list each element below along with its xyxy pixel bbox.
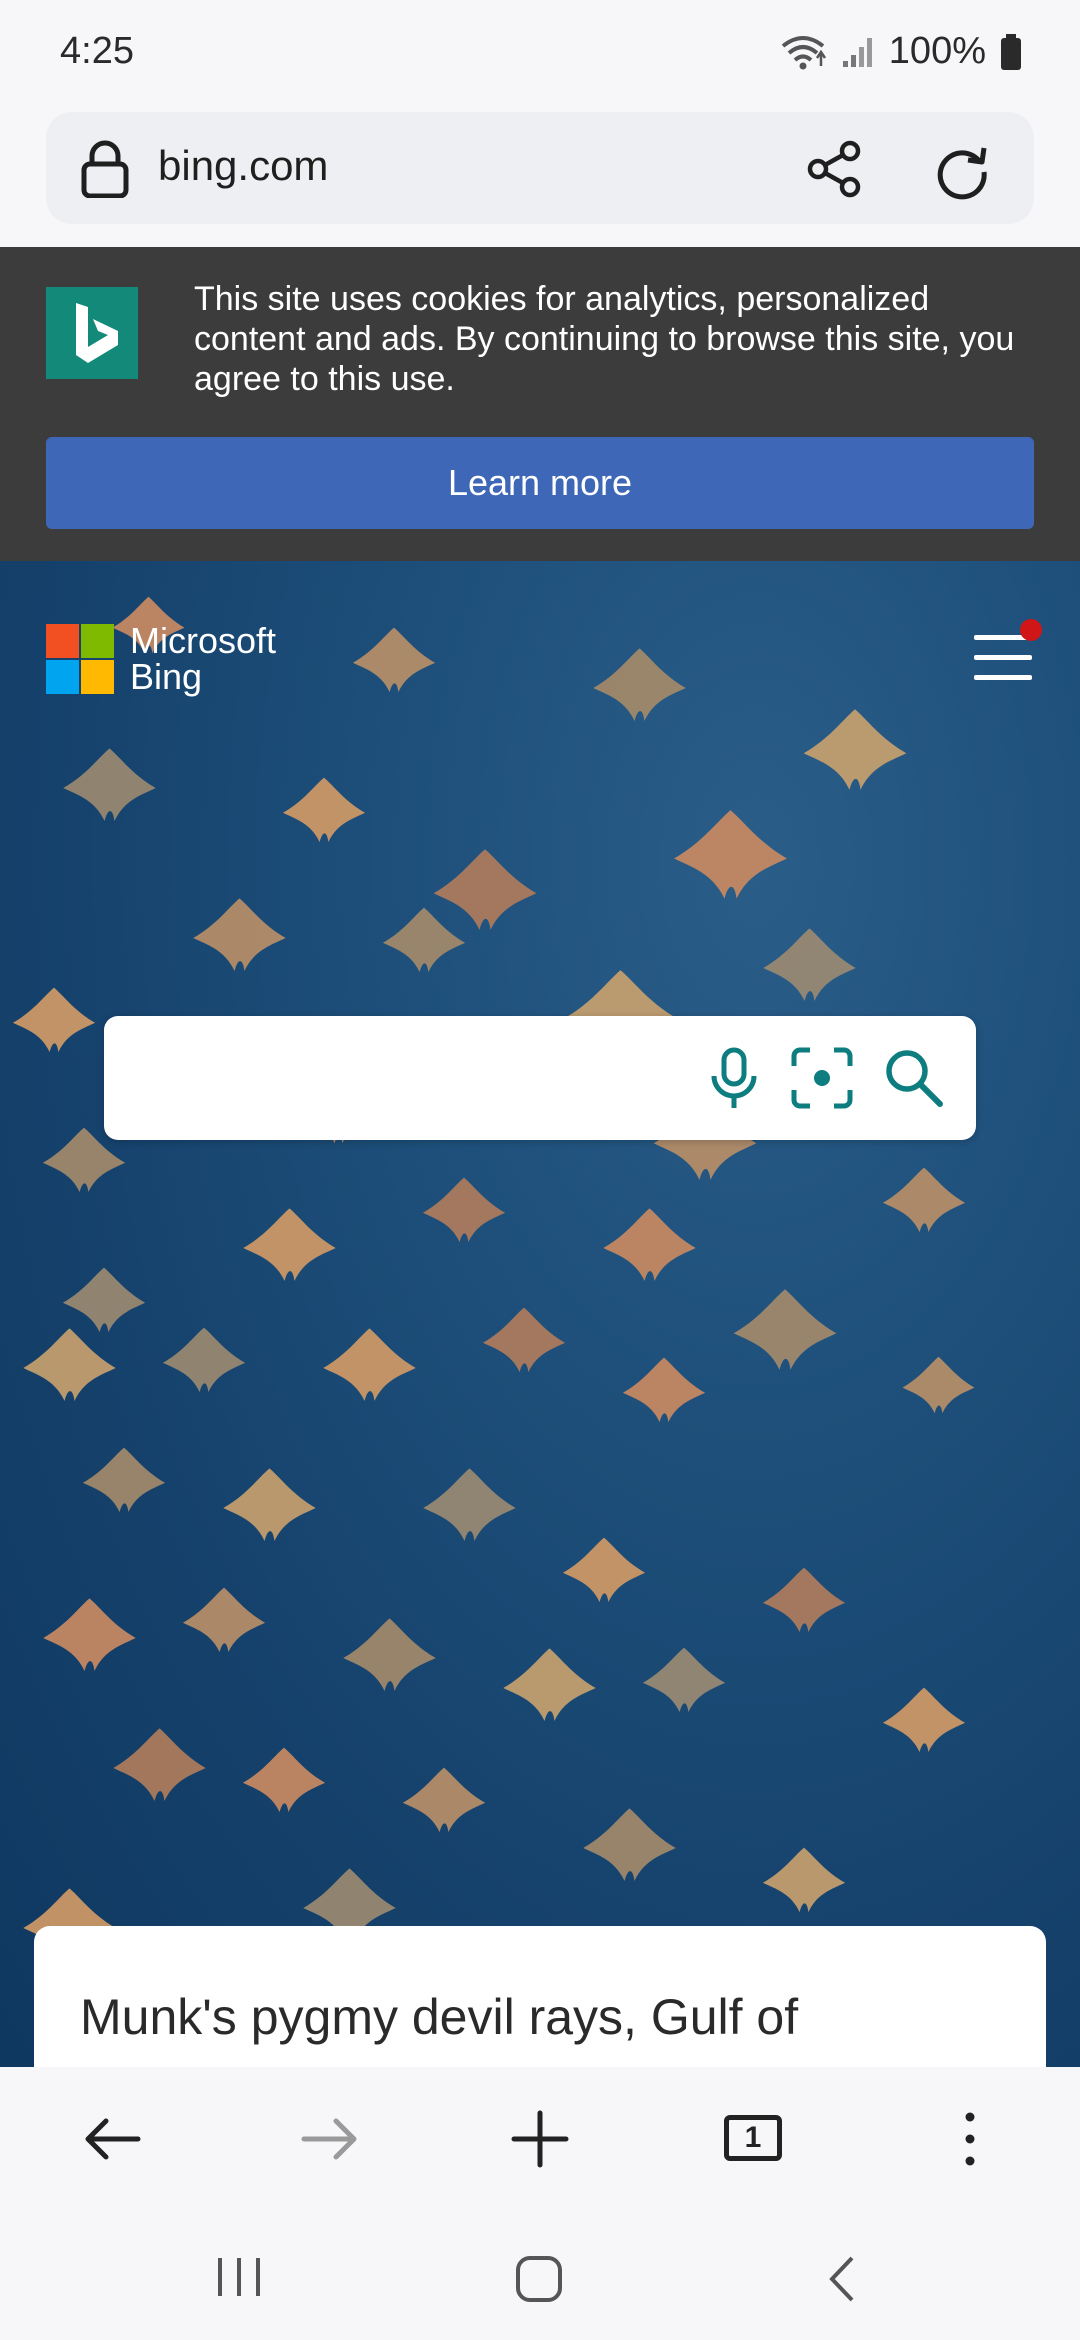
system-navigation-bar (0, 2212, 1080, 2340)
devil-ray-shape (422, 1177, 506, 1243)
search-input[interactable] (134, 1046, 694, 1110)
tabs-button[interactable]: 1 (724, 2107, 788, 2171)
devil-ray-shape (433, 849, 537, 930)
battery-icon (1001, 33, 1021, 70)
devil-ray-shape (223, 1468, 316, 1542)
devil-ray-shape (642, 1647, 726, 1713)
bing-logo-icon (46, 287, 138, 379)
devil-ray-shape (63, 748, 156, 822)
devil-ray-shape (243, 1208, 336, 1282)
image-caption-title[interactable]: Munk's pygmy devil rays, Gulf of (80, 1988, 798, 2046)
tab-count: 1 (724, 2115, 782, 2161)
visual-search-icon[interactable] (790, 1046, 854, 1110)
browser-toolbar: 1 (0, 2067, 1080, 2212)
system-back-icon[interactable] (822, 2254, 862, 2304)
devil-ray-shape (733, 1289, 837, 1370)
brand-bing: Bing (130, 656, 203, 697)
notification-dot (1020, 619, 1042, 641)
devil-ray-shape (12, 987, 96, 1053)
brand-microsoft: Microsoft (130, 620, 277, 661)
hamburger-menu-icon[interactable] (974, 619, 1042, 683)
devil-ray-shape (352, 627, 436, 693)
devil-rays-image (12, 596, 975, 1962)
devil-ray-shape (762, 1847, 846, 1913)
microsoft-bing-logo[interactable]: Microsoft Bing (46, 623, 276, 695)
search-icon[interactable] (882, 1046, 946, 1110)
devil-ray-shape (803, 709, 907, 790)
devil-ray-shape (242, 1747, 326, 1813)
devil-ray-shape (674, 810, 787, 899)
devil-ray-shape (593, 648, 686, 722)
devil-ray-shape (323, 1328, 416, 1402)
devil-ray-shape (583, 1808, 676, 1882)
devil-ray-shape (43, 1598, 136, 1672)
more-options-icon[interactable] (938, 2107, 1002, 2171)
devil-ray-shape (82, 1447, 166, 1513)
devil-ray-shape (193, 898, 286, 972)
lock-icon[interactable] (80, 140, 130, 198)
devil-ray-shape (882, 1167, 966, 1233)
devil-ray-shape (402, 1767, 486, 1833)
microphone-icon[interactable] (704, 1046, 764, 1112)
devil-ray-shape (762, 1567, 846, 1633)
devil-ray-shape (382, 907, 466, 973)
devil-ray-shape (23, 1328, 116, 1402)
search-box[interactable] (104, 1016, 976, 1140)
devil-ray-shape (162, 1327, 246, 1393)
url-text[interactable]: bing.com (158, 142, 328, 190)
devil-ray-shape (503, 1648, 596, 1722)
devil-ray-shape (423, 1468, 516, 1542)
devil-ray-shape (763, 928, 856, 1002)
share-icon[interactable] (806, 140, 864, 198)
recent-apps-icon[interactable] (214, 2254, 264, 2300)
devil-ray-shape (62, 1267, 146, 1333)
devil-ray-shape (562, 1537, 646, 1603)
devil-ray-shape (343, 1618, 436, 1692)
cookie-banner: This site uses cookies for analytics, pe… (0, 247, 1080, 561)
battery-percent: 100% (888, 30, 986, 72)
new-tab-plus-icon[interactable] (508, 2107, 572, 2171)
devil-ray-shape (603, 1208, 696, 1282)
status-bar: 4:25 100% (0, 0, 1080, 112)
image-caption-card[interactable]: Munk's pygmy devil rays, Gulf of (34, 1926, 1046, 2067)
home-icon[interactable] (514, 2254, 564, 2304)
devil-ray-shape (882, 1687, 966, 1753)
devil-ray-shape (902, 1356, 975, 1414)
status-icons: 100% (779, 30, 1022, 73)
devil-ray-shape (182, 1587, 266, 1653)
address-bar[interactable]: bing.com (46, 112, 1034, 224)
devil-ray-shape (282, 777, 366, 843)
cookie-message: This site uses cookies for analytics, pe… (194, 280, 1015, 398)
back-arrow-icon[interactable] (82, 2107, 146, 2171)
reload-icon[interactable] (932, 140, 992, 200)
forward-arrow-icon[interactable] (296, 2107, 360, 2171)
devil-ray-shape (113, 1728, 206, 1802)
status-time: 4:25 (60, 30, 134, 72)
hero-background: Microsoft Bing Munk's pygmy devil rays, … (0, 561, 1080, 2067)
signal-icon (842, 37, 872, 67)
learn-more-button[interactable]: Learn more (46, 437, 1034, 529)
devil-ray-shape (482, 1307, 566, 1373)
microsoft-logo-icon (46, 624, 114, 694)
devil-ray-shape (622, 1357, 706, 1423)
wifi-icon (781, 35, 826, 69)
